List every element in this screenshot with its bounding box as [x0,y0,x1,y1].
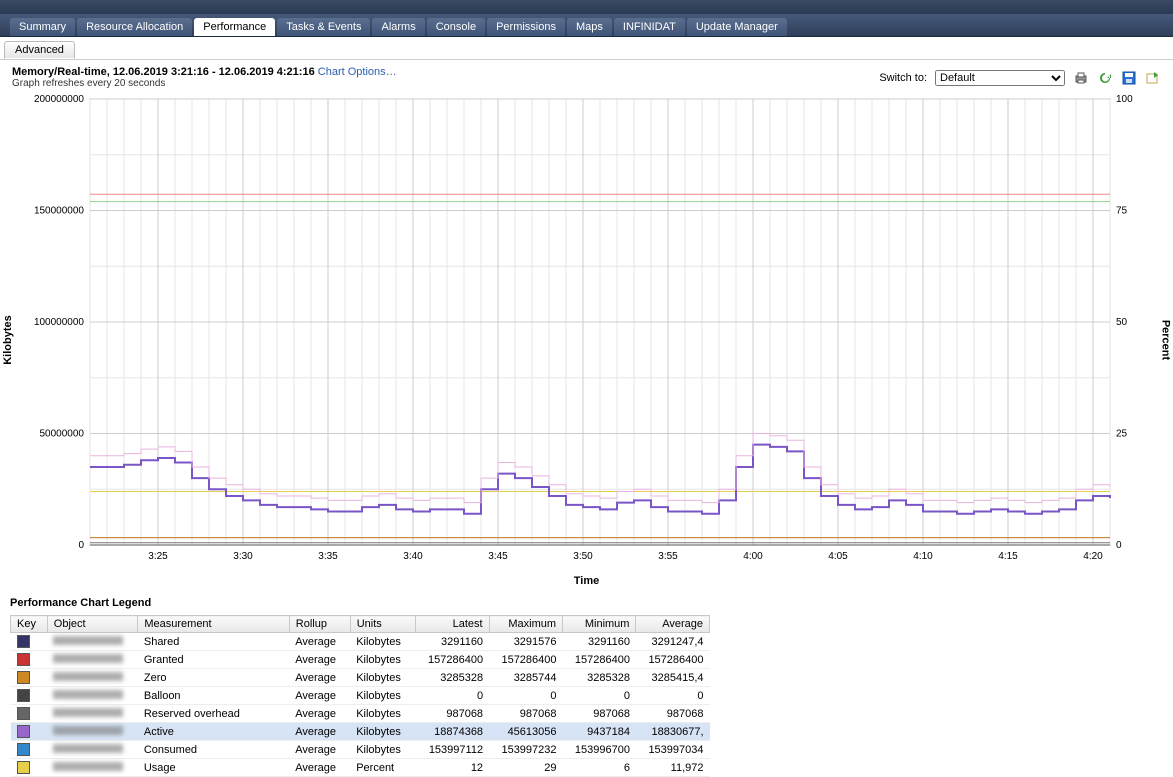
legend-row-shared[interactable]: SharedAverageKilobytes329116032915763291… [11,633,710,651]
svg-text:3:45: 3:45 [488,551,508,562]
refresh-icon[interactable] [1097,70,1113,86]
svg-text:100: 100 [1116,94,1133,105]
tab-resource-allocation[interactable]: Resource Allocation [77,18,192,36]
svg-text:4:10: 4:10 [913,551,933,562]
svg-text:4:05: 4:05 [828,551,848,562]
legend-row-active[interactable]: ActiveAverageKilobytes188743684561305694… [11,723,710,741]
col-object: Object [47,616,138,633]
svg-text:100000000: 100000000 [34,317,84,328]
performance-chart: Kilobytes Percent 0500000001000000001500… [30,93,1143,587]
legend-row-zero[interactable]: ZeroAverageKilobytes32853283285744328532… [11,669,710,687]
legend-row-reserved-overhead[interactable]: Reserved overheadAverageKilobytes9870689… [11,705,710,723]
svg-text:3:40: 3:40 [403,551,423,562]
col-average: Average [636,616,710,633]
tab-performance[interactable]: Performance [194,18,275,36]
subtab-advanced[interactable]: Advanced [4,41,75,59]
export-icon[interactable] [1145,70,1161,86]
svg-text:75: 75 [1116,206,1128,217]
chart-title: Memory/Real-time, 12.06.2019 3:21:16 - 1… [12,66,315,78]
legend-row-granted[interactable]: GrantedAverageKilobytes15728640015728640… [11,651,710,669]
svg-text:3:50: 3:50 [573,551,593,562]
refresh-note: Graph refreshes every 20 seconds [12,78,397,89]
svg-text:25: 25 [1116,429,1128,440]
save-icon[interactable] [1121,70,1137,86]
col-measurement: Measurement [138,616,289,633]
tab-tasks-events[interactable]: Tasks & Events [277,18,370,36]
svg-text:3:30: 3:30 [233,551,253,562]
col-maximum: Maximum [489,616,562,633]
col-minimum: Minimum [563,616,636,633]
svg-text:50: 50 [1116,317,1128,328]
col-latest: Latest [416,616,489,633]
svg-text:0: 0 [1116,540,1122,551]
svg-text:150000000: 150000000 [34,206,84,217]
chart-options-link[interactable]: Chart Options… [318,66,397,78]
legend-row-usage[interactable]: UsageAveragePercent1229611,972 [11,759,710,777]
svg-text:3:25: 3:25 [148,551,168,562]
svg-text:4:00: 4:00 [743,551,763,562]
tab-console[interactable]: Console [427,18,485,36]
main-tabs: SummaryResource AllocationPerformanceTas… [0,14,1173,37]
legend-row-balloon[interactable]: BalloonAverageKilobytes0000 [11,687,710,705]
chart-svg: 0 50000000 100000000 150000000 200000000 0 25 5… [30,93,1140,573]
tab-permissions[interactable]: Permissions [487,18,565,36]
tab-infinidat[interactable]: INFINIDAT [614,18,685,36]
y-axis-left-label: Kilobytes [2,315,14,365]
col-units: Units [350,616,415,633]
print-icon[interactable] [1073,70,1089,86]
tab-summary[interactable]: Summary [10,18,75,36]
legend-row-consumed[interactable]: ConsumedAverageKilobytes1539971121539972… [11,741,710,759]
svg-text:200000000: 200000000 [34,94,84,105]
x-axis-label: Time [30,575,1143,587]
svg-text:0: 0 [78,540,84,551]
svg-text:4:20: 4:20 [1083,551,1103,562]
col-key: Key [11,616,48,633]
switch-to-select[interactable]: Default [935,70,1065,86]
svg-text:3:35: 3:35 [318,551,338,562]
y-axis-right-label: Percent [1159,320,1171,360]
svg-text:3:55: 3:55 [658,551,678,562]
tab-update-manager[interactable]: Update Manager [687,18,787,36]
tab-maps[interactable]: Maps [567,18,612,36]
svg-text:50000000: 50000000 [40,429,85,440]
col-rollup: Rollup [289,616,350,633]
svg-text:4:15: 4:15 [998,551,1018,562]
legend-title: Performance Chart Legend [10,597,1163,609]
switch-to-label: Switch to: [879,72,927,84]
tab-alarms[interactable]: Alarms [372,18,424,36]
